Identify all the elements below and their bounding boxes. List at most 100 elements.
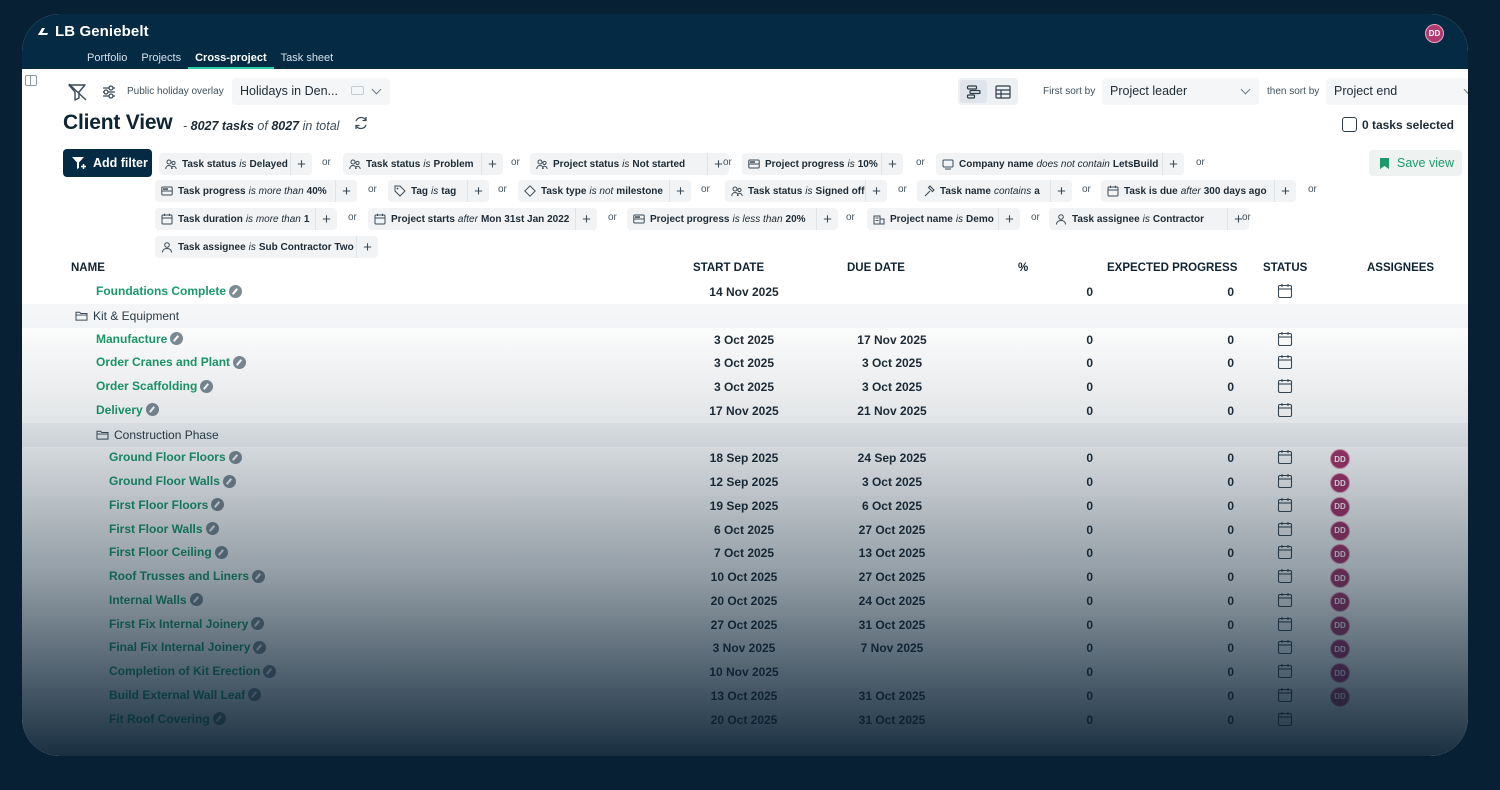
task-name-link[interactable]: Internal Walls — [109, 593, 203, 607]
col-start-date[interactable]: START DATE — [693, 262, 764, 274]
table-row[interactable]: Internal Walls 20 Oct 2025 24 Oct 2025 0 0 DD — [22, 589, 1468, 613]
add-or-condition-button[interactable]: + — [1162, 153, 1184, 175]
filter-chip[interactable]: Task type is not milestone + — [518, 180, 691, 202]
table-row[interactable]: Ground Floor Walls 12 Sep 2025 3 Oct 2025 0… — [22, 470, 1468, 494]
sliders-icon[interactable] — [98, 81, 120, 103]
assignee-avatar[interactable]: DD — [1330, 663, 1350, 683]
holiday-overlay-select[interactable]: Holidays in Den... — [232, 78, 390, 105]
edit-icon[interactable] — [229, 284, 242, 298]
col-percent[interactable]: % — [1018, 262, 1028, 274]
add-or-condition-button[interactable]: + — [998, 208, 1020, 230]
assignee-avatar[interactable]: DD — [1330, 473, 1350, 493]
edit-icon[interactable] — [189, 593, 203, 607]
status-calendar-icon[interactable] — [1277, 687, 1293, 703]
add-or-condition-button[interactable]: + — [356, 236, 378, 258]
assignee-avatar[interactable]: DD — [1330, 449, 1350, 470]
filter-off-icon[interactable] — [66, 81, 88, 103]
filter-chip[interactable]: Task status is Problem + — [343, 153, 503, 175]
add-or-condition-button[interactable]: + — [1274, 180, 1296, 202]
group-row[interactable]: Construction Phase — [22, 422, 1468, 447]
edit-icon[interactable] — [253, 640, 267, 654]
status-calendar-icon[interactable] — [1277, 521, 1293, 537]
save-view-button[interactable]: Save view — [1369, 150, 1462, 176]
task-name-link[interactable]: Ground Floor Floors — [109, 450, 242, 464]
table-row[interactable]: Foundations Complete 14 Nov 2025 0 0 — [22, 280, 1468, 304]
edit-icon[interactable] — [263, 664, 277, 678]
filter-chip[interactable]: Task assignee is Sub Contractor Two + — [155, 236, 378, 258]
task-name-link[interactable]: Final Fix Internal Joinery — [109, 640, 267, 654]
select-all-tasks[interactable]: 0 tasks selected — [1341, 117, 1454, 132]
edit-icon[interactable] — [252, 569, 266, 583]
add-or-condition-button[interactable]: + — [865, 180, 887, 202]
then-sort-select[interactable]: Project end — [1326, 78, 1468, 105]
filter-chip[interactable]: Task name contains a + — [917, 180, 1072, 202]
add-or-condition-button[interactable]: + — [467, 180, 489, 202]
filter-chip[interactable]: Project progress is less than 20% + — [627, 208, 838, 230]
edit-icon[interactable] — [251, 617, 265, 630]
status-calendar-icon[interactable] — [1277, 402, 1293, 418]
sidebar-collapse-icon[interactable] — [25, 75, 37, 86]
task-name-link[interactable]: Roof Trusses and Liners — [109, 569, 266, 583]
edit-icon[interactable] — [214, 545, 228, 559]
status-calendar-icon[interactable] — [1277, 473, 1293, 489]
task-name-link[interactable]: Manufacture — [96, 332, 184, 346]
first-sort-select[interactable]: Project leader — [1102, 78, 1259, 105]
filter-chip[interactable]: Task status is Signed off + — [725, 180, 887, 202]
tab-portfolio[interactable]: Portfolio — [80, 50, 134, 69]
table-row[interactable]: Ground Floor Floors 18 Sep 2025 24 Sep 202… — [22, 446, 1468, 470]
filter-chip[interactable]: Task duration is more than 1 + — [155, 208, 337, 230]
filter-chip[interactable]: Tag is tag + — [388, 180, 489, 202]
status-calendar-icon[interactable] — [1277, 544, 1293, 560]
add-or-condition-button[interactable]: + — [669, 180, 691, 202]
edit-icon[interactable] — [170, 332, 184, 345]
table-row[interactable]: First Fix Internal Joinery 27 Oct 2025 31 … — [22, 613, 1468, 637]
edit-icon[interactable] — [205, 522, 219, 535]
task-name-link[interactable]: Completion of Kit Erection — [109, 664, 277, 678]
filter-chip[interactable]: Task is due after 300 days ago + — [1101, 180, 1296, 202]
col-expected-progress[interactable]: EXPECTED PROGRESS — [1107, 262, 1237, 274]
table-row[interactable]: Roof Trusses and Liners 10 Oct 2025 27 Oct… — [22, 565, 1468, 589]
add-or-condition-button[interactable]: + — [481, 153, 503, 175]
add-or-condition-button[interactable]: + — [881, 153, 903, 175]
group-row[interactable]: Kit & Equipment — [22, 303, 1468, 328]
col-due-date[interactable]: DUE DATE — [847, 262, 905, 274]
group-name[interactable]: Construction Phase — [96, 428, 219, 442]
status-calendar-icon[interactable] — [1277, 497, 1293, 513]
add-or-condition-button[interactable]: + — [575, 208, 597, 230]
edit-icon[interactable] — [145, 403, 159, 417]
task-name-link[interactable]: Delivery — [96, 403, 159, 417]
table-row[interactable]: Order Scaffolding 3 Oct 2025 3 Oct 2025 0 0 — [22, 375, 1468, 399]
edit-icon[interactable] — [211, 498, 225, 512]
status-calendar-icon[interactable] — [1277, 283, 1293, 299]
task-name-link[interactable]: Fit Roof Covering — [109, 712, 226, 726]
edit-icon[interactable] — [212, 712, 226, 725]
select-all-checkbox[interactable] — [1341, 117, 1357, 132]
assignee-avatar[interactable]: DD — [1330, 520, 1350, 541]
edit-icon[interactable] — [228, 450, 242, 464]
table-row[interactable]: Fit Roof Covering 20 Oct 2025 31 Oct 2025 0… — [22, 708, 1468, 732]
user-avatar[interactable]: DD — [1425, 24, 1444, 43]
add-or-condition-button[interactable]: + — [1050, 180, 1072, 202]
col-name[interactable]: NAME — [71, 262, 105, 274]
assignee-avatar[interactable]: DD — [1330, 591, 1350, 612]
task-name-link[interactable]: Ground Floor Walls — [109, 474, 236, 488]
status-calendar-icon[interactable] — [1277, 378, 1293, 394]
task-name-link[interactable]: Order Scaffolding — [96, 379, 214, 393]
task-name-link[interactable]: Order Cranes and Plant — [96, 355, 247, 369]
table-row[interactable]: First Floor Floors 19 Sep 2025 6 Oct 2025 0… — [22, 494, 1468, 518]
tab-projects[interactable]: Projects — [134, 50, 188, 69]
tab-cross-project[interactable]: Cross-project — [188, 50, 274, 69]
assignee-avatar[interactable]: DD — [1330, 686, 1350, 707]
edit-icon[interactable] — [233, 355, 247, 369]
task-name-link[interactable]: First Floor Ceiling — [109, 545, 228, 559]
table-row[interactable]: Completion of Kit Erection 10 Nov 2025 0 0 D… — [22, 660, 1468, 684]
status-calendar-icon[interactable] — [1277, 639, 1293, 655]
table-view-button[interactable] — [989, 80, 1016, 103]
status-calendar-icon[interactable] — [1277, 449, 1293, 465]
status-calendar-icon[interactable] — [1277, 354, 1293, 370]
edit-icon[interactable] — [248, 688, 262, 702]
task-name-link[interactable]: Foundations Complete — [96, 284, 242, 298]
task-name-link[interactable]: First Floor Floors — [109, 498, 225, 512]
clear-icon[interactable] — [351, 86, 364, 95]
assignee-avatar[interactable]: DD — [1330, 568, 1350, 588]
